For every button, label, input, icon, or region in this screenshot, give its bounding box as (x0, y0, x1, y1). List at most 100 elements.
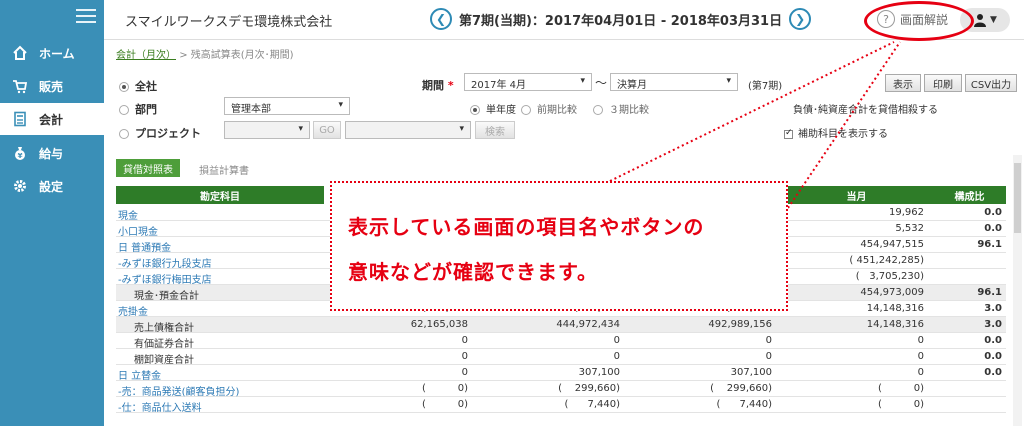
radio-icon (119, 129, 129, 139)
cell-account[interactable]: 売掛金 (118, 303, 318, 318)
go-button[interactable]: GO (313, 121, 341, 139)
cell-account[interactable]: -みずほ銀行梅田支店 (118, 271, 318, 286)
table-row: -売：商品発送(顧客負担分) ( 0) ( 299,660) ( 299,660) ( … (116, 381, 1006, 398)
breadcrumb: 会計（月次） > 残高試算表(月次･期間) (116, 46, 294, 61)
cell-debit: 307,100 (578, 367, 620, 378)
radio-three-compare[interactable]: ３期比較 (593, 101, 649, 116)
sidebar-item-settings[interactable]: 設定 (0, 170, 104, 202)
period-title: 第7期(当期)：2017年04月01日 - 2018年03月31日 (459, 13, 783, 29)
display-button[interactable]: 表示 (885, 74, 921, 92)
cell-prev-balance: 0 (461, 367, 468, 378)
required-mark: * (447, 79, 454, 92)
dept-select[interactable]: 管理本部 (224, 97, 350, 115)
cell-month: 14,148,316 (866, 303, 924, 314)
cell-ratio: 0.0 (984, 351, 1002, 362)
radio-single-year-label: 単年度 (486, 105, 516, 116)
callout-line-1: 表示している画面の項目名やボタンの (348, 215, 705, 239)
cell-debit: 0 (613, 335, 620, 346)
cell-month: ( 0) (878, 399, 924, 410)
cell-account[interactable]: 日 普通預金 (118, 239, 318, 254)
cell-credit: 492,989,156 (708, 319, 772, 330)
cell-ratio: 0.0 (984, 207, 1002, 218)
cell-account[interactable]: -売：商品発送(顧客負担分) (118, 383, 318, 398)
sidebar-item-sales[interactable]: 販売 (0, 70, 104, 102)
tab-income-statement[interactable]: 損益計算書 (199, 162, 249, 177)
radio-single-year[interactable]: 単年度 (470, 101, 516, 116)
table-row: 有価証券合計 0 0 0 0 0.0 (116, 333, 1006, 350)
radio-all-label: 全社 (135, 80, 157, 93)
cell-credit: 0 (765, 351, 772, 362)
cell-month: 14,148,316 (866, 319, 924, 330)
offset-option[interactable]: 負債･純資産合計を貸借相殺する (793, 101, 938, 116)
table-row: -仕：商品仕入送料 ( 0) ( 7,440) ( 7,440) ( 0) (116, 397, 1006, 414)
project-code-input[interactable] (224, 121, 310, 139)
radio-icon (119, 105, 129, 115)
show-sub-accounts-checkbox[interactable]: 補助科目を表示する (784, 125, 888, 140)
radio-project-label: プロジェクト (135, 127, 201, 140)
csv-export-button[interactable]: CSV出力 (965, 74, 1017, 92)
cell-account[interactable]: -仕：商品仕入送料 (118, 399, 318, 414)
print-button[interactable]: 印刷 (924, 74, 962, 92)
home-icon (11, 44, 29, 62)
column-header-account: 勘定科目 (116, 186, 324, 204)
cart-icon (11, 77, 29, 95)
cell-prev-balance: 0 (461, 335, 468, 346)
from-month-select[interactable]: 2017年 4月 (464, 73, 592, 91)
company-name: スマイルワークスデモ環境株式会社 (125, 15, 333, 30)
cell-account[interactable]: 小口現金 (118, 223, 318, 238)
cell-ratio: 3.0 (984, 319, 1002, 330)
cell-account: 現金･預金合計 (134, 291, 199, 302)
user-icon (974, 14, 987, 27)
sidebar-item-home[interactable]: ホーム (0, 37, 104, 69)
sidebar-item-label: 給与 (39, 146, 64, 161)
breadcrumb-link-accounting[interactable]: 会計（月次） (116, 50, 176, 61)
cell-month: 0 (917, 351, 924, 362)
checkbox-icon (784, 128, 793, 139)
scrollbar-thumb[interactable] (1014, 163, 1021, 233)
sidebar-item-payroll[interactable]: ¥ 給与 (0, 137, 104, 169)
tab-balance-sheet[interactable]: 貸借対照表 (116, 159, 180, 177)
cell-debit: 0 (613, 351, 620, 362)
prev-period-button[interactable]: ❮ (430, 8, 452, 30)
highlight-ellipse (864, 1, 974, 41)
to-month-select[interactable]: 決算月 (610, 73, 738, 91)
radio-project[interactable]: プロジェクト (119, 125, 201, 141)
project-select[interactable] (345, 121, 471, 139)
radio-all[interactable]: 全社 (119, 78, 157, 94)
table-row: 売上債権合計 62,165,038 444,972,434 492,989,156 14… (116, 317, 1006, 334)
chevron-right-icon: ❯ (795, 12, 806, 26)
vertical-scrollbar[interactable] (1013, 155, 1022, 426)
cell-ratio: 0.0 (984, 367, 1002, 378)
chevron-left-icon: ❮ (435, 12, 447, 26)
cell-account: 棚卸資産合計 (134, 355, 194, 366)
radio-dept[interactable]: 部門 (119, 101, 157, 117)
radio-prev-compare[interactable]: 前期比較 (521, 101, 577, 116)
sidebar-item-accounting[interactable]: 会計 (0, 103, 104, 135)
cell-month: 19,962 (889, 207, 924, 218)
cell-month: 0 (917, 335, 924, 346)
search-button[interactable]: 検索 (475, 121, 515, 139)
radio-icon (119, 82, 129, 92)
cell-account[interactable]: -みずほ銀行九段支店 (118, 255, 318, 270)
cell-account[interactable]: 日 立替金 (118, 367, 318, 382)
cell-ratio: 3.0 (984, 303, 1002, 314)
cell-debit: ( 7,440) (564, 399, 620, 410)
cell-credit: ( 7,440) (716, 399, 772, 410)
period-label-text: 期間 (422, 79, 444, 92)
cell-account[interactable]: 現金 (118, 207, 318, 222)
cell-prev-balance: 0 (461, 351, 468, 362)
cell-ratio: 96.1 (977, 239, 1002, 250)
cell-debit: 444,972,434 (556, 319, 620, 330)
cell-account: 有価証券合計 (134, 339, 194, 350)
radio-prev-compare-label: 前期比較 (537, 105, 577, 116)
sidebar-item-label: 設定 (39, 179, 64, 194)
breadcrumb-current: > 残高試算表(月次･期間) (179, 50, 294, 61)
radio-icon (521, 105, 531, 115)
cell-credit: 0 (765, 335, 772, 346)
cell-prev-balance: ( 0) (422, 383, 468, 394)
caret-down-icon: ▼ (990, 15, 997, 25)
menu-icon[interactable] (76, 9, 96, 25)
cell-debit: ( 299,660) (558, 383, 620, 394)
period-navigator: ❮ 第7期(当期)：2017年04月01日 - 2018年03月31日 ❯ (430, 8, 812, 30)
next-period-button[interactable]: ❯ (789, 8, 812, 30)
